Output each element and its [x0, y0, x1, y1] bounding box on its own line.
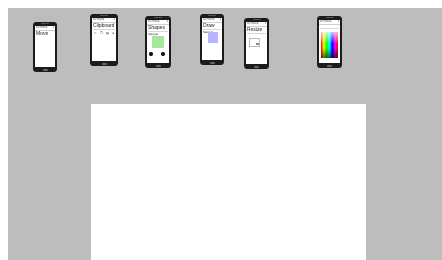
chevron-down-icon: ▾ — [264, 22, 266, 25]
home-button[interactable] — [155, 65, 161, 67]
phone-speaker — [154, 17, 162, 18]
circle-shape-icon[interactable] — [149, 52, 153, 56]
chevron-down-icon: ▾ — [166, 20, 168, 23]
activate-label: ACTIVATE — [247, 22, 259, 25]
color-palette-shading — [321, 32, 338, 58]
phone-speaker — [252, 19, 261, 20]
activate-label: ACTIVATE — [36, 26, 48, 29]
phone-screen: ACTIVATE ▾ Move — [35, 26, 55, 67]
color-palette[interactable] — [321, 32, 338, 58]
chevron-down-icon: ▾ — [52, 26, 54, 29]
activate-label: ACTIVATE — [148, 20, 160, 23]
phone-screen: ACTIVATE ▾ Resize — [246, 22, 267, 64]
chevron-down-icon: ▾ — [337, 20, 339, 23]
phone-screen: ACTIVATE ▾ Clipboard ✂ ❐ ▤ ● — [92, 18, 116, 61]
activate-label: ACTIVATE — [203, 18, 215, 21]
phone-speaker — [41, 23, 49, 24]
chevron-down-icon: ▾ — [113, 18, 115, 21]
copy-icon[interactable]: ❐ — [100, 31, 103, 35]
activate-label: ACTIVATE — [93, 18, 105, 21]
phone-speaker — [100, 15, 108, 16]
cut-icon[interactable]: ✂ — [94, 31, 97, 35]
activate-label: ACTIVATE — [320, 20, 332, 23]
phone-title: Clipboard — [93, 23, 115, 29]
phone-move[interactable]: ACTIVATE ▾ Move — [33, 22, 57, 72]
phone-title: Move — [36, 31, 49, 37]
phone-clipboard[interactable]: ACTIVATE ▾ Clipboard ✂ ❐ ▤ ● — [90, 14, 118, 66]
phone-screen: ACTIVATE ▾ Draw Sample — [202, 18, 222, 60]
home-button[interactable] — [209, 62, 215, 64]
green-shape-sample[interactable] — [152, 36, 164, 48]
phone-shapes[interactable]: ACTIVATE ▾ Shapes Sample — [145, 16, 171, 68]
delete-icon[interactable]: ● — [112, 31, 114, 35]
phone-resize[interactable]: ACTIVATE ▾ Resize — [244, 18, 269, 69]
phone-topbar: ACTIVATE ▾ — [319, 20, 340, 25]
home-button[interactable] — [42, 69, 48, 71]
clipboard-toolbar: ✂ ❐ ▤ ● — [92, 30, 116, 36]
divider — [320, 28, 339, 29]
draw-color-swatch[interactable] — [208, 32, 218, 43]
paste-icon[interactable]: ▤ — [106, 31, 109, 35]
phone-colors[interactable]: ACTIVATE ▾ — [317, 16, 342, 68]
phone-speaker — [208, 15, 216, 16]
divider — [247, 33, 266, 34]
resize-handle-icon[interactable] — [256, 43, 259, 45]
document-sheet[interactable] — [91, 104, 366, 260]
circle-shape-icon[interactable] — [161, 52, 165, 56]
chevron-down-icon: ▾ — [219, 18, 221, 21]
home-button[interactable] — [254, 66, 259, 68]
phone-screen: ACTIVATE ▾ — [319, 20, 340, 63]
home-button[interactable] — [327, 65, 332, 67]
home-button[interactable] — [101, 63, 107, 65]
phone-speaker — [325, 17, 334, 18]
phone-screen: ACTIVATE ▾ Shapes Sample — [147, 20, 169, 63]
phone-draw[interactable]: ACTIVATE ▾ Draw Sample — [200, 14, 224, 65]
